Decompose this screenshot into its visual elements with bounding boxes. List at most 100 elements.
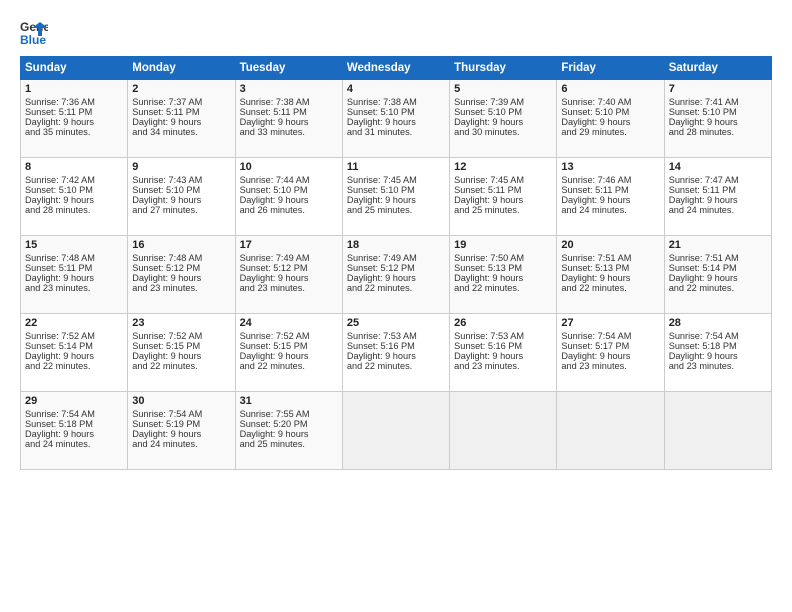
calendar-cell: 25Sunrise: 7:53 AMSunset: 5:16 PMDayligh… <box>342 314 449 392</box>
day-info-line: Sunset: 5:11 PM <box>454 185 552 195</box>
day-info-line: and 23 minutes. <box>240 283 338 293</box>
day-info-line: Daylight: 9 hours <box>669 117 767 127</box>
day-info-line: Daylight: 9 hours <box>240 351 338 361</box>
day-info-line: Sunset: 5:10 PM <box>454 107 552 117</box>
day-number: 27 <box>561 317 659 329</box>
calendar-cell: 24Sunrise: 7:52 AMSunset: 5:15 PMDayligh… <box>235 314 342 392</box>
day-number: 3 <box>240 83 338 95</box>
day-number: 24 <box>240 317 338 329</box>
calendar-cell: 9Sunrise: 7:43 AMSunset: 5:10 PMDaylight… <box>128 158 235 236</box>
day-info-line: Sunrise: 7:54 AM <box>669 331 767 341</box>
day-info-line: Daylight: 9 hours <box>132 117 230 127</box>
day-info-line: Sunset: 5:13 PM <box>454 263 552 273</box>
day-info-line: and 35 minutes. <box>25 127 123 137</box>
day-info-line: Sunset: 5:11 PM <box>561 185 659 195</box>
day-info-line: Daylight: 9 hours <box>25 429 123 439</box>
day-info-line: and 22 minutes. <box>132 361 230 371</box>
calendar-cell: 15Sunrise: 7:48 AMSunset: 5:11 PMDayligh… <box>21 236 128 314</box>
day-info-line: Sunset: 5:10 PM <box>240 185 338 195</box>
day-number: 26 <box>454 317 552 329</box>
day-info-line: Daylight: 9 hours <box>561 195 659 205</box>
day-info-line: and 31 minutes. <box>347 127 445 137</box>
day-info-line: Sunrise: 7:53 AM <box>454 331 552 341</box>
col-header-saturday: Saturday <box>664 57 771 80</box>
day-info-line: and 34 minutes. <box>132 127 230 137</box>
day-info-line: Daylight: 9 hours <box>669 273 767 283</box>
day-info-line: Sunrise: 7:52 AM <box>25 331 123 341</box>
day-info-line: Daylight: 9 hours <box>454 195 552 205</box>
day-info-line: Sunset: 5:14 PM <box>669 263 767 273</box>
day-info-line: Daylight: 9 hours <box>347 273 445 283</box>
day-number: 6 <box>561 83 659 95</box>
day-info-line: Sunset: 5:11 PM <box>25 263 123 273</box>
day-number: 4 <box>347 83 445 95</box>
calendar-week-3: 15 Sunrise: 7:48 AMSunset: 5:11 PM Dayligh… <box>21 236 772 314</box>
calendar-cell: 2Sunrise: 7:37 AMSunset: 5:11 PMDaylight… <box>128 80 235 158</box>
day-number: 23 <box>132 317 230 329</box>
calendar-cell <box>664 392 771 470</box>
day-info-line: Sunrise: 7:44 AM <box>240 175 338 185</box>
day-info-line: Daylight: 9 hours <box>454 117 552 127</box>
day-info-line: and 33 minutes. <box>240 127 338 137</box>
day-number: 15 <box>25 239 123 251</box>
calendar-cell: 8Sunrise: 7:42 AMSunset: 5:10 PMDaylight… <box>21 158 128 236</box>
page: General Blue SundayMondayTuesdayWednesda… <box>0 0 792 612</box>
day-number: 30 <box>132 395 230 407</box>
header: General Blue <box>20 18 772 46</box>
day-info-line: Sunrise: 7:38 AM <box>240 97 338 107</box>
day-info-line: Sunset: 5:11 PM <box>669 185 767 195</box>
day-info-line: and 23 minutes. <box>25 283 123 293</box>
svg-text:Blue: Blue <box>20 33 46 46</box>
day-info-line: and 25 minutes. <box>240 439 338 449</box>
day-info-line: Daylight: 9 hours <box>347 117 445 127</box>
calendar-week-4: 22 Sunrise: 7:52 AMSunset: 5:14 PM Dayligh… <box>21 314 772 392</box>
day-info-line: Sunrise: 7:38 AM <box>347 97 445 107</box>
day-info-line: Sunset: 5:18 PM <box>669 341 767 351</box>
day-info-line: and 25 minutes. <box>454 205 552 215</box>
calendar-cell: 11Sunrise: 7:45 AMSunset: 5:10 PMDayligh… <box>342 158 449 236</box>
calendar-cell: 31Sunrise: 7:55 AMSunset: 5:20 PMDayligh… <box>235 392 342 470</box>
day-info-line: and 22 minutes. <box>669 283 767 293</box>
day-info-line: Daylight: 9 hours <box>240 429 338 439</box>
day-info-line: and 23 minutes. <box>132 283 230 293</box>
day-info-line: Daylight: 9 hours <box>132 273 230 283</box>
day-info-line: Sunset: 5:14 PM <box>25 341 123 351</box>
day-info-line: Sunrise: 7:54 AM <box>132 409 230 419</box>
day-info-line: Daylight: 9 hours <box>561 351 659 361</box>
calendar-cell: 21Sunrise: 7:51 AMSunset: 5:14 PMDayligh… <box>664 236 771 314</box>
day-info-line: Sunset: 5:12 PM <box>132 263 230 273</box>
day-info-line: Daylight: 9 hours <box>240 273 338 283</box>
day-number: 17 <box>240 239 338 251</box>
calendar-cell: 10Sunrise: 7:44 AMSunset: 5:10 PMDayligh… <box>235 158 342 236</box>
calendar-cell: 4Sunrise: 7:38 AMSunset: 5:10 PMDaylight… <box>342 80 449 158</box>
day-info-line: Sunset: 5:15 PM <box>132 341 230 351</box>
logo-icon: General Blue <box>20 18 48 46</box>
day-info-line: Daylight: 9 hours <box>132 429 230 439</box>
day-info-line: Daylight: 9 hours <box>25 195 123 205</box>
day-info-line: and 28 minutes. <box>25 205 123 215</box>
day-info-line: Sunset: 5:12 PM <box>240 263 338 273</box>
day-info-line: and 23 minutes. <box>669 361 767 371</box>
day-info-line: Sunrise: 7:46 AM <box>561 175 659 185</box>
day-info-line: and 23 minutes. <box>454 361 552 371</box>
col-header-wednesday: Wednesday <box>342 57 449 80</box>
calendar-cell: 3Sunrise: 7:38 AMSunset: 5:11 PMDaylight… <box>235 80 342 158</box>
day-info-line: Sunset: 5:17 PM <box>561 341 659 351</box>
day-info-line: and 22 minutes. <box>561 283 659 293</box>
day-info-line: and 30 minutes. <box>454 127 552 137</box>
day-info-line: Daylight: 9 hours <box>240 195 338 205</box>
day-number: 19 <box>454 239 552 251</box>
day-info-line: Sunrise: 7:54 AM <box>561 331 659 341</box>
day-number: 22 <box>25 317 123 329</box>
day-info-line: Sunset: 5:12 PM <box>347 263 445 273</box>
day-info-line: Sunset: 5:16 PM <box>454 341 552 351</box>
day-info-line: Sunrise: 7:48 AM <box>25 253 123 263</box>
calendar-cell: 14Sunrise: 7:47 AMSunset: 5:11 PMDayligh… <box>664 158 771 236</box>
logo: General Blue <box>20 18 52 46</box>
day-info-line: Sunrise: 7:53 AM <box>347 331 445 341</box>
calendar-cell: 1Sunrise: 7:36 AMSunset: 5:11 PMDaylight… <box>21 80 128 158</box>
day-info-line: Sunrise: 7:51 AM <box>561 253 659 263</box>
calendar-cell: 22Sunrise: 7:52 AMSunset: 5:14 PMDayligh… <box>21 314 128 392</box>
day-info-line: Sunset: 5:10 PM <box>669 107 767 117</box>
day-info-line: and 22 minutes. <box>347 283 445 293</box>
